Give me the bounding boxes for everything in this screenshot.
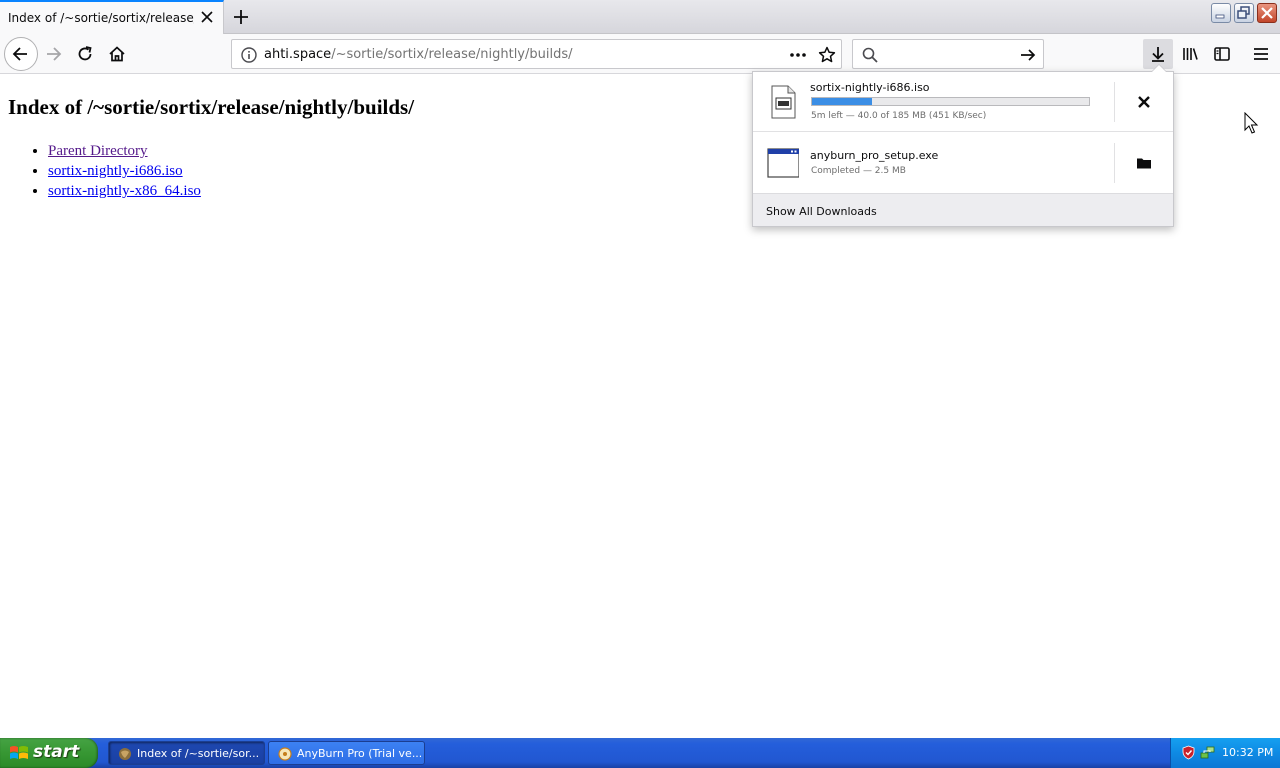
menu-button[interactable] [1246,39,1276,69]
downloads-panel: sortix-nightly-i686.iso 5m left — 40.0 o… [752,64,1174,227]
browser-window-icon [119,748,131,760]
url-host: ahti.space [264,47,332,62]
search-go-arrow-icon[interactable] [1019,46,1037,64]
tab-close-icon[interactable] [199,9,215,25]
sidebar-icon [1214,47,1230,61]
url-path: /~sortie/sortix/release/nightly/builds/ [331,47,573,62]
close-window-button[interactable] [1257,3,1277,23]
address-bar[interactable]: ahti.space/~sortie/sortix/release/nightl… [231,39,842,69]
file-link-i686[interactable]: sortix-nightly-i686.iso [48,163,183,179]
library-button[interactable] [1175,39,1205,69]
mouse-cursor-icon [1244,112,1259,134]
taskbar: start Index of /~sortie/sor... AnyBurn P… [0,738,1280,768]
download-progress-fill [812,98,872,105]
taskbar-item-anyburn[interactable]: AnyBurn Pro (Trial ve... [268,741,425,765]
new-tab-icon[interactable] [230,6,252,28]
reload-icon [78,46,92,61]
cancel-download-button[interactable] [1134,92,1154,112]
back-arrow-icon [12,47,27,61]
reload-button[interactable] [70,39,100,69]
navigation-toolbar: ahti.space/~sortie/sortix/release/nightl… [0,34,1280,74]
panel-arrow [1151,64,1167,72]
minimize-icon [1215,14,1225,19]
close-window-icon [1261,7,1273,19]
anyburn-disc-icon [278,747,292,761]
security-shield-icon[interactable] [1181,745,1196,760]
tab-active[interactable]: Index of /~sortie/sortix/release/nightl [0,0,224,34]
download-progress-bar [811,97,1090,106]
show-all-downloads-button[interactable]: Show All Downloads [753,193,1173,226]
tab-strip: Index of /~sortie/sortix/release/nightl [0,0,1280,34]
divider [1114,82,1115,122]
windows-logo-icon [10,746,28,759]
show-all-downloads-label: Show All Downloads [766,205,877,218]
list-item: sortix-nightly-x86_64.iso [48,181,201,201]
download-filename: anyburn_pro_setup.exe [810,149,939,162]
iso-file-icon [771,85,796,119]
restore-icon [1237,6,1250,19]
file-link-x86-64[interactable]: sortix-nightly-x86_64.iso [48,183,201,199]
list-item: sortix-nightly-i686.iso [48,161,201,181]
close-icon [1138,96,1150,108]
open-folder-button[interactable] [1134,153,1154,173]
start-label: start [33,742,80,762]
page-heading: Index of /~sortie/sortix/release/nightly… [8,95,415,119]
taskbar-item-label: Index of /~sortie/sor... [137,747,260,760]
list-item: Parent Directory [48,141,201,161]
folder-icon [1137,158,1151,169]
download-arrow-icon [1152,47,1164,62]
download-item[interactable]: sortix-nightly-i686.iso 5m left — 40.0 o… [753,72,1173,132]
tab-title: Index of /~sortie/sortix/release/nightl [8,11,194,25]
site-info-icon[interactable] [240,46,258,64]
library-icon [1183,48,1198,60]
exe-file-icon [767,148,799,178]
restore-button[interactable] [1234,3,1254,23]
url-text[interactable]: ahti.space/~sortie/sortix/release/nightl… [264,47,573,62]
download-item[interactable]: anyburn_pro_setup.exe Completed — 2.5 MB [753,133,1173,193]
directory-list: Parent Directory sortix-nightly-i686.iso… [48,141,201,201]
search-icon [862,47,878,63]
bookmark-star-icon[interactable] [817,45,837,65]
parent-directory-link[interactable]: Parent Directory [48,143,148,159]
download-filename: sortix-nightly-i686.iso [810,81,930,94]
home-icon [109,46,125,62]
divider [1114,143,1115,183]
system-tray: 10:32 PM [1170,738,1280,768]
network-icon[interactable] [1200,745,1215,760]
download-status: 5m left — 40.0 of 185 MB (451 KB/sec) [811,111,987,121]
page-actions-icon[interactable] [788,46,808,64]
clock: 10:32 PM [1222,746,1274,759]
minimize-button[interactable] [1211,3,1231,23]
search-bar[interactable] [852,39,1044,69]
back-button[interactable] [4,37,38,71]
taskbar-item-label: AnyBurn Pro (Trial ve... [297,747,421,760]
home-button[interactable] [102,39,132,69]
sidebar-toggle-button[interactable] [1207,39,1237,69]
download-status: Completed — 2.5 MB [811,166,906,176]
hamburger-menu-icon [1254,48,1268,60]
start-button[interactable]: start [0,738,98,768]
taskbar-item-browser[interactable]: Index of /~sortie/sor... [108,741,265,765]
forward-arrow-icon [47,47,62,61]
forward-button[interactable] [38,39,68,69]
